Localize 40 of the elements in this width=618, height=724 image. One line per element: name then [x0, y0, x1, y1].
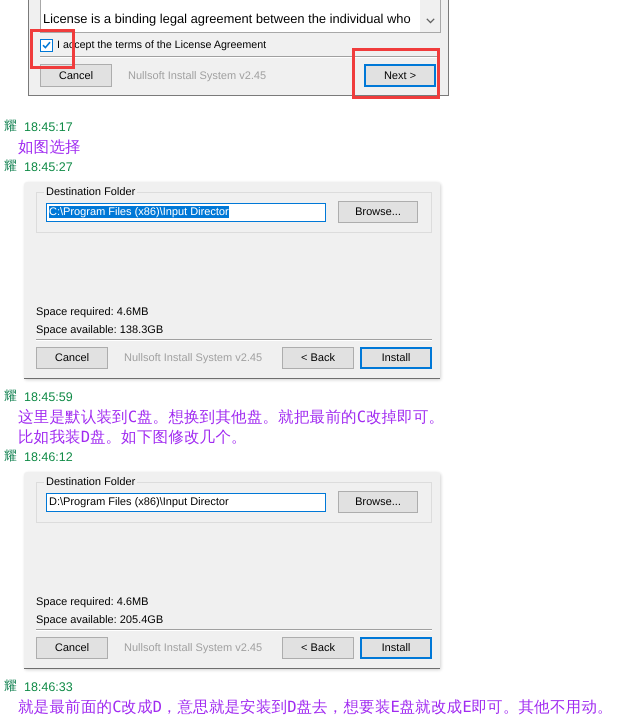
message-text: 比如我装D盘。如下图修改几个。 — [18, 427, 247, 447]
wizard-button[interactable]: < Back — [282, 637, 354, 659]
cancel-button[interactable]: Cancel — [36, 637, 108, 659]
space-available-text: Space available: 138.3GB — [36, 323, 164, 338]
wizard-button[interactable]: < Back — [282, 347, 354, 369]
message-text: 就是最前面的C改成D，意思就是安装到D盘去，想要装E盘就改成E即可。其他不用动。 — [18, 697, 613, 717]
checkmark-icon — [42, 41, 51, 49]
message-time: 18:46:33 — [24, 679, 73, 695]
scrollbar[interactable] — [420, 0, 440, 32]
space-required-text: Space required: 4.6MB — [36, 595, 150, 610]
sender-name: 耀 — [4, 159, 17, 175]
sender-name: 耀 — [4, 449, 17, 465]
message-text: 这里是默认装到C盘。想换到其他盘。就把最前的C改掉即可。 — [18, 407, 444, 427]
message-time: 18:46:12 — [24, 449, 73, 465]
sender-name: 耀 — [4, 119, 17, 135]
path-field[interactable]: C:\Program Files (x86)\Input Director — [46, 202, 326, 222]
chevron-down-icon[interactable] — [426, 18, 434, 24]
checkbox[interactable] — [40, 38, 53, 52]
message-time: 18:45:17 — [24, 119, 73, 135]
message-text: 如图选择 — [18, 137, 81, 157]
cancel-button[interactable]: Cancel — [36, 347, 108, 369]
installer-brand-text: Nullsoft Install System v2.45 — [124, 352, 262, 364]
wizard-button[interactable]: Install — [360, 637, 432, 659]
wizard-button[interactable]: Install — [360, 347, 432, 369]
space-available-text: Space available: 205.4GB — [36, 613, 164, 628]
wizard-button[interactable]: Next > — [364, 64, 436, 87]
browse-button[interactable]: Browse... — [338, 491, 418, 513]
browse-button[interactable]: Browse... — [338, 201, 418, 223]
group-title: Destination Folder — [45, 476, 136, 488]
group-title: Destination Folder — [45, 186, 136, 198]
license-text: License is a binding legal agreement between the individual who — [43, 11, 411, 26]
cancel-button[interactable]: Cancel — [40, 64, 112, 87]
sender-name: 耀 — [4, 679, 17, 695]
installer-brand-text: Nullsoft Install System v2.45 — [124, 642, 262, 654]
sender-name: 耀 — [4, 389, 17, 405]
message-time: 18:45:59 — [24, 389, 73, 405]
installer-brand-text: Nullsoft Install System v2.45 — [128, 70, 266, 82]
space-required-text: Space required: 4.6MB — [36, 305, 150, 320]
path-field[interactable]: D:\Program Files (x86)\Input Director — [46, 492, 326, 512]
message-time: 18:45:27 — [24, 159, 73, 175]
